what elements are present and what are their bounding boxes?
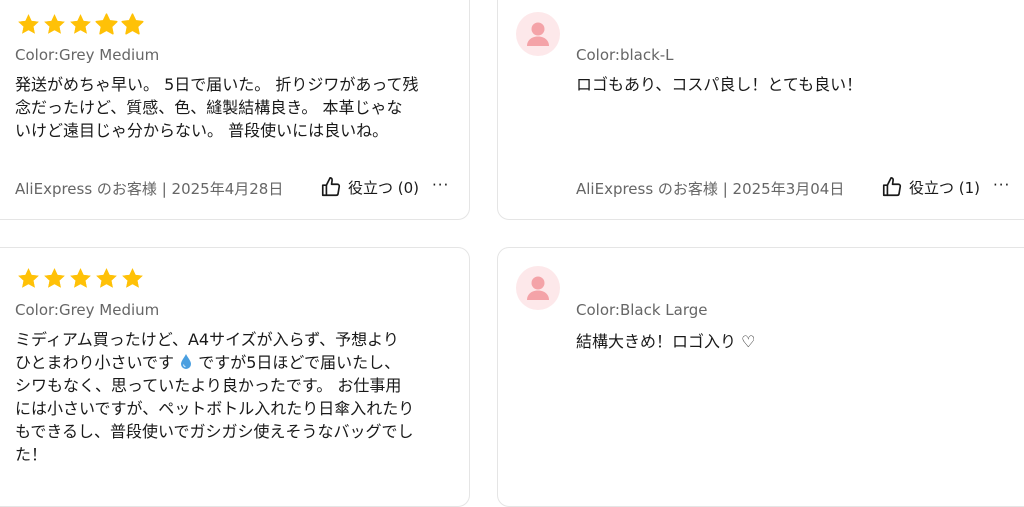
- star-filled-icon: [70, 268, 91, 288]
- helpful-button[interactable]: 役立つ (0): [320, 176, 419, 198]
- review-text: ミディアム買ったけど、A4サイズが入らず、予想より ひとまわり小さいです ですが…: [15, 328, 414, 466]
- star-filled-icon: [44, 268, 65, 288]
- helpful-button[interactable]: 役立つ (1): [881, 176, 980, 198]
- droplet-emoji: [181, 354, 192, 369]
- review-text: ロゴもあり、コスパ良し！とても良い！: [576, 75, 863, 94]
- review-card: [497, 247, 1024, 507]
- star-filled-icon: [122, 268, 143, 288]
- star-filled-icon: [70, 14, 91, 34]
- star-rating: [16, 12, 145, 38]
- more-options-icon[interactable]: ···: [432, 176, 449, 194]
- star-filled-icon: [96, 268, 117, 288]
- star-filled-icon: [122, 14, 143, 34]
- user-avatar-icon: [516, 266, 560, 310]
- star-filled-icon: [44, 14, 65, 34]
- star-rating: [16, 266, 145, 292]
- thumbs-up-icon: [321, 177, 341, 197]
- review-variant: Color:Grey Medium: [15, 46, 160, 64]
- helpful-label: 役立つ (1): [909, 178, 981, 197]
- review-variant: Color:Grey Medium: [15, 301, 160, 319]
- review-meta: AliExpress のお客様 | 2025年4月28日: [15, 180, 284, 198]
- review-text: 結構大きめ！ロゴ入り ♡: [576, 332, 756, 351]
- review-variant: Color:black-L: [576, 46, 674, 64]
- star-filled-icon: [96, 14, 117, 34]
- helpful-label: 役立つ (0): [348, 178, 420, 197]
- thumbs-up-icon: [882, 177, 902, 197]
- review-meta: AliExpress のお客様 | 2025年3月04日: [576, 180, 845, 198]
- star-filled-icon: [18, 268, 39, 288]
- review-variant: Color:Black Large: [576, 301, 708, 319]
- review-text: 発送がめちゃ早い。 5日で届いた。 折りジワがあって残 念だったけど、質感、色、…: [15, 75, 419, 140]
- more-options-icon[interactable]: ···: [993, 176, 1010, 194]
- star-filled-icon: [18, 14, 39, 34]
- user-avatar-icon: [516, 12, 560, 56]
